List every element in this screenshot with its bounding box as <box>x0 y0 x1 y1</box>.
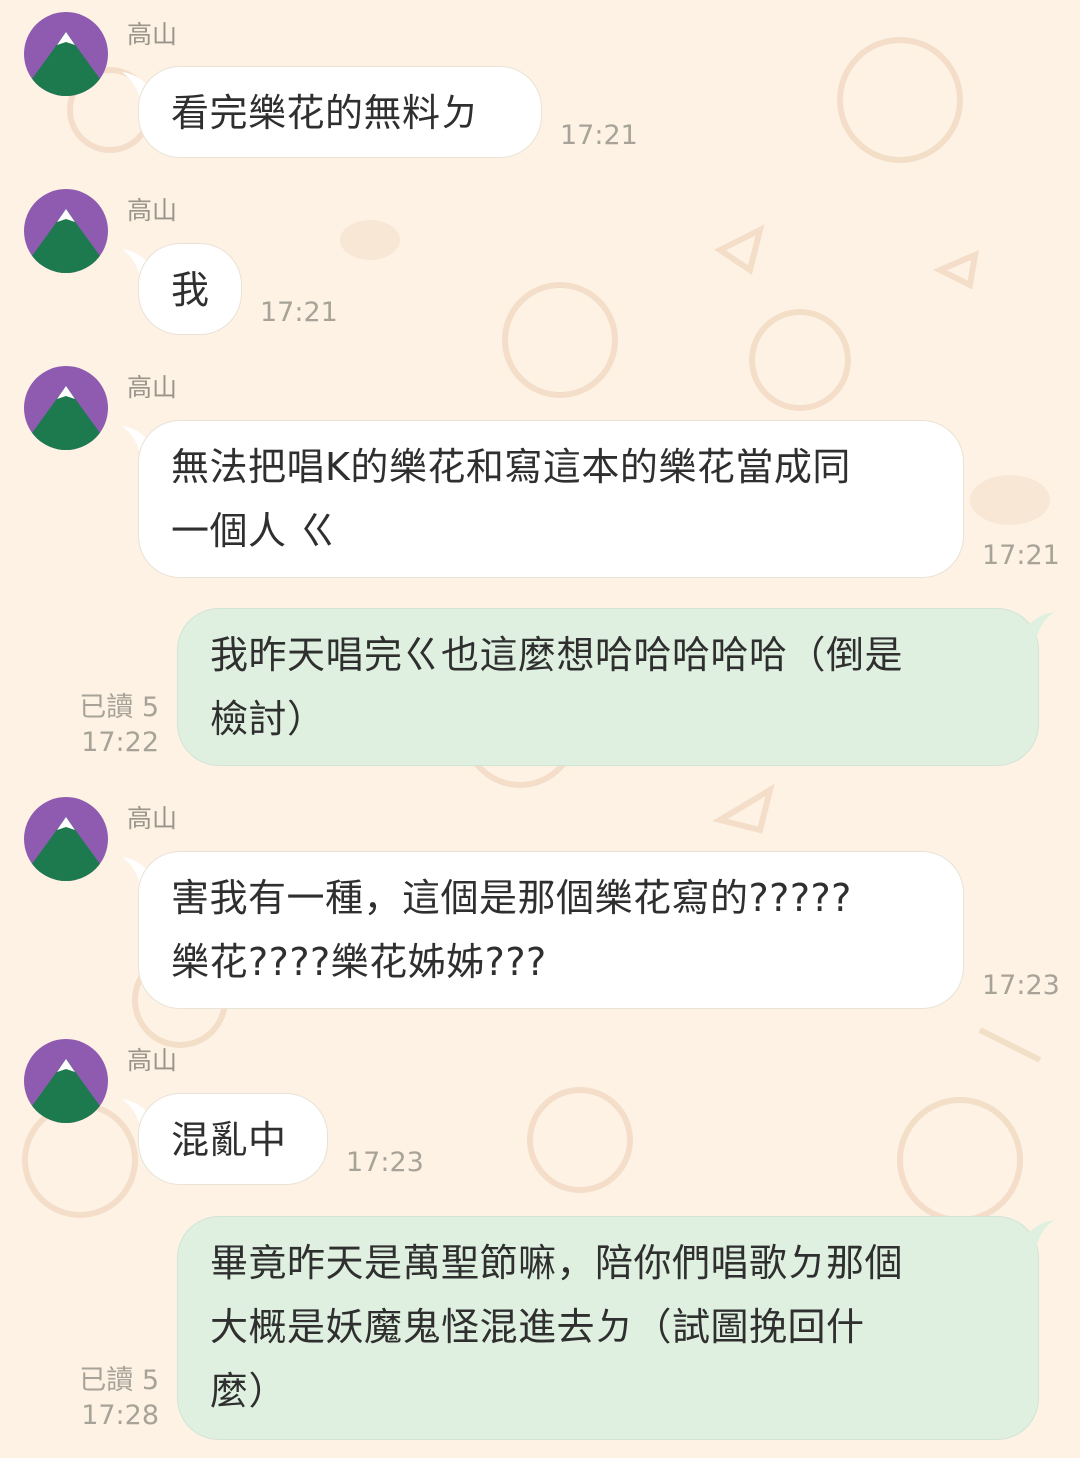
message-text: 看完樂花的無料ㄉ <box>171 91 480 135</box>
contact-avatar[interactable] <box>24 1039 108 1123</box>
message-timestamp: 17:28 <box>81 1400 159 1431</box>
contact-avatar[interactable] <box>24 366 108 450</box>
message-text: 麼） <box>210 1369 288 1413</box>
message-meta: 已讀 5 17:28 <box>72 1363 159 1433</box>
sender-name: 高山 <box>127 804 178 833</box>
message-text: 無法把唱K的樂花和寫這本的樂花當成同 <box>171 445 851 489</box>
message-text: 我 <box>171 268 210 312</box>
contact-avatar[interactable] <box>24 12 108 96</box>
read-receipt: 已讀 5 <box>79 692 159 723</box>
message-bubble[interactable]: 我 <box>138 243 242 335</box>
contact-avatar[interactable] <box>24 189 108 273</box>
message-text: 檢討） <box>210 697 326 741</box>
mountain-avatar-icon <box>24 12 108 96</box>
contact-avatar[interactable] <box>24 797 108 881</box>
message-bubble[interactable]: 害我有一種，這個是那個樂花寫的????? 樂花????樂花姊姊??? <box>138 851 964 1009</box>
mountain-avatar-icon <box>24 1039 108 1123</box>
message-timestamp: 17:22 <box>81 727 159 758</box>
bubble-tail <box>1026 612 1054 640</box>
message-bubble[interactable]: 看完樂花的無料ㄉ <box>138 66 542 158</box>
message-text: 畢竟昨天是萬聖節嘛，陪你們唱歌ㄉ那個 <box>210 1241 904 1285</box>
message-bubble[interactable]: 我昨天唱完ㄍ也這麼想哈哈哈哈哈（倒是 檢討） <box>177 608 1039 766</box>
message-text: 我昨天唱完ㄍ也這麼想哈哈哈哈哈（倒是 <box>210 633 904 677</box>
message-meta: 已讀 5 17:22 <box>72 690 159 760</box>
message-text: 大概是妖魔鬼怪混進去ㄉ（試圖挽回什 <box>210 1305 865 1349</box>
message-bubble[interactable]: 混亂中 <box>138 1093 328 1185</box>
message-text: 一個人 ㄍ <box>171 509 338 553</box>
sender-name: 高山 <box>127 196 178 225</box>
sender-name: 高山 <box>127 1046 178 1075</box>
mountain-avatar-icon <box>24 366 108 450</box>
message-timestamp: 17:21 <box>560 120 638 151</box>
bubble-tail <box>1026 1220 1054 1248</box>
mountain-avatar-icon <box>24 797 108 881</box>
message-timestamp: 17:23 <box>982 970 1060 1001</box>
mountain-avatar-icon <box>24 189 108 273</box>
sender-name: 高山 <box>127 20 178 49</box>
message-bubble[interactable]: 畢竟昨天是萬聖節嘛，陪你們唱歌ㄉ那個 大概是妖魔鬼怪混進去ㄉ（試圖挽回什 麼） <box>177 1216 1039 1440</box>
message-timestamp: 17:21 <box>982 540 1060 571</box>
message-text: 混亂中 <box>171 1118 287 1162</box>
message-text: 樂花????樂花姊姊??? <box>171 940 547 984</box>
sender-name: 高山 <box>127 373 178 402</box>
message-text: 害我有一種，這個是那個樂花寫的????? <box>171 876 852 920</box>
message-timestamp: 17:21 <box>260 297 338 328</box>
message-timestamp: 17:23 <box>346 1147 424 1178</box>
read-receipt: 已讀 5 <box>79 1365 159 1396</box>
message-bubble[interactable]: 無法把唱K的樂花和寫這本的樂花當成同 一個人 ㄍ <box>138 420 964 578</box>
